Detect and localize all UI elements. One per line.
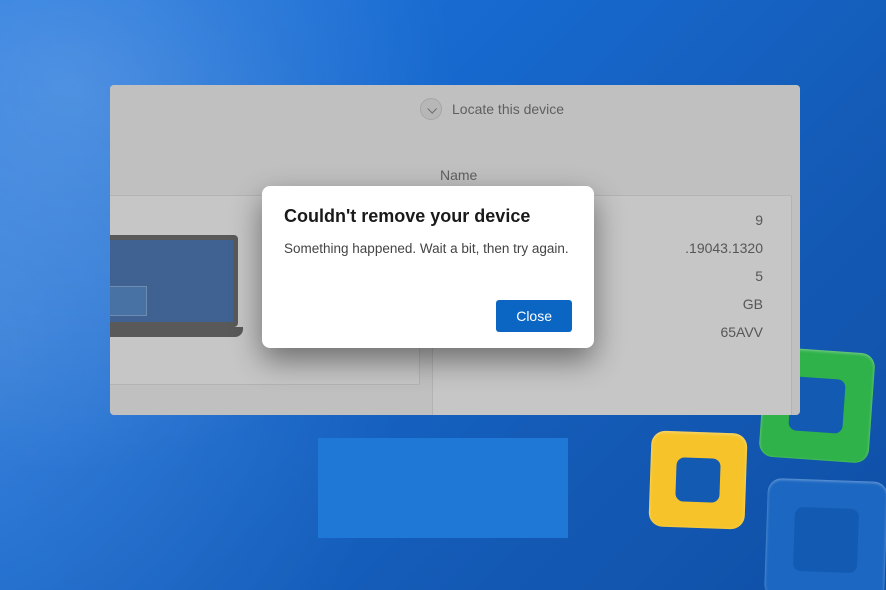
name-column-header: Name xyxy=(440,167,477,183)
laptop-icon xyxy=(110,235,243,345)
locate-device-label: Locate this device xyxy=(452,101,564,117)
chevron-down-icon[interactable] xyxy=(420,98,442,120)
close-button[interactable]: Close xyxy=(496,300,572,332)
dialog-title: Couldn't remove your device xyxy=(284,206,572,227)
dialog-message: Something happened. Wait a bit, then try… xyxy=(284,241,572,256)
error-dialog: Couldn't remove your device Something ha… xyxy=(262,186,594,348)
taskbar-preview xyxy=(318,438,568,538)
